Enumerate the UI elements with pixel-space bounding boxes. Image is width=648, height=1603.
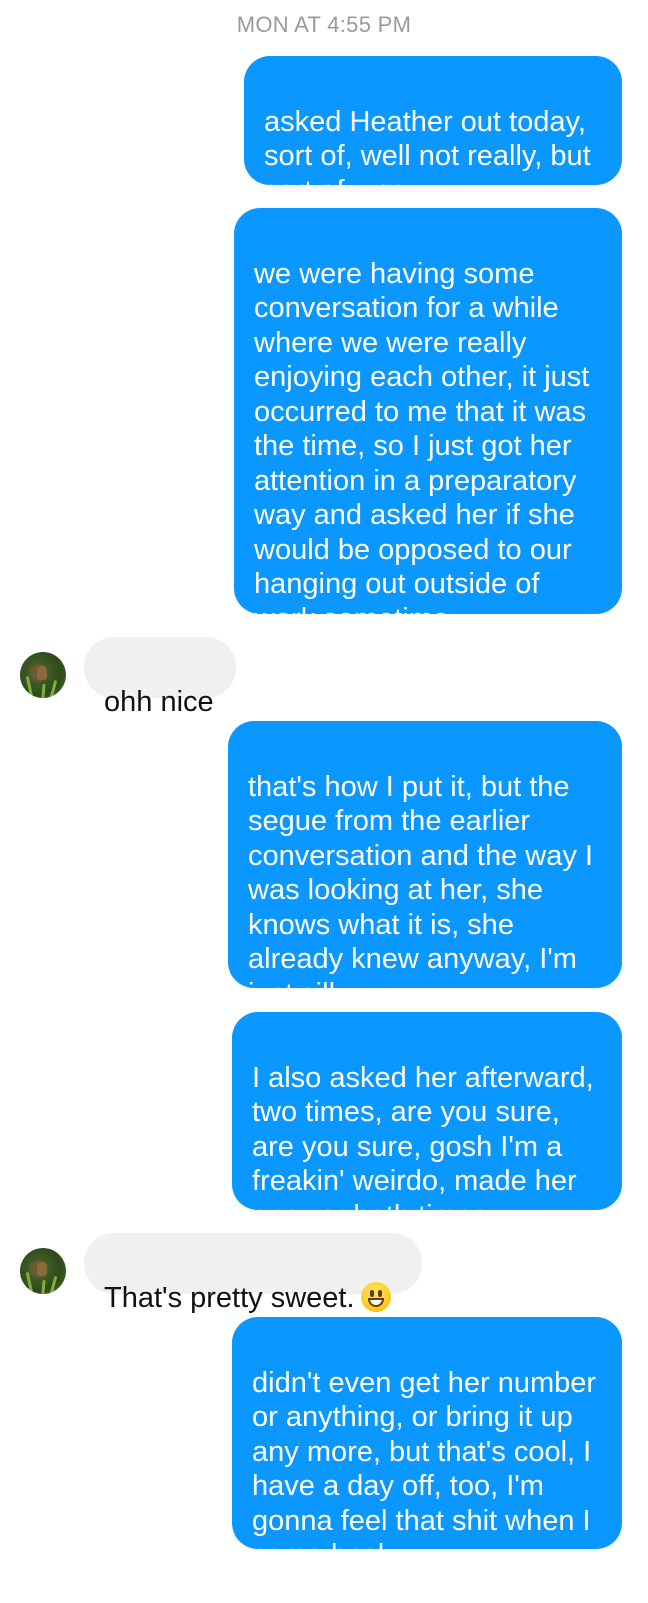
incoming-message-bubble[interactable]: ohh nice	[84, 637, 236, 718]
outgoing-message-bubble[interactable]: asked Heather out today, sort of, well n…	[244, 56, 622, 207]
message-text: I also asked her afterward, two times, a…	[252, 1061, 594, 1232]
outgoing-message-bubble[interactable]: we were having some conversation for a w…	[234, 208, 622, 635]
outgoing-message-bubble[interactable]: didn't even get her number or anything, …	[232, 1317, 622, 1571]
avatar-photo	[37, 1262, 47, 1276]
contact-avatar[interactable]	[20, 652, 66, 698]
message-text: didn't even get her number or anything, …	[252, 1366, 597, 1572]
message-text: we were having some conversation for a w…	[254, 257, 590, 635]
outgoing-message-bubble[interactable]: I also asked her afterward, two times, a…	[232, 1012, 622, 1232]
message-text: asked Heather out today, sort of, well n…	[264, 105, 591, 207]
contact-avatar[interactable]	[20, 1248, 66, 1294]
message-text: that's how I put it, but the segue from …	[248, 770, 593, 1010]
message-text: That's pretty sweet.	[104, 1281, 355, 1314]
conversation-timestamp: MON AT 4:55 PM	[236, 12, 412, 37]
message-text: ohh nice	[104, 685, 214, 718]
incoming-message-bubble[interactable]: That's pretty sweet.	[84, 1233, 422, 1314]
avatar-photo	[37, 666, 47, 680]
outgoing-message-bubble[interactable]: that's how I put it, but the segue from …	[228, 721, 622, 1010]
grinning-face-emoji-icon	[360, 1281, 391, 1312]
